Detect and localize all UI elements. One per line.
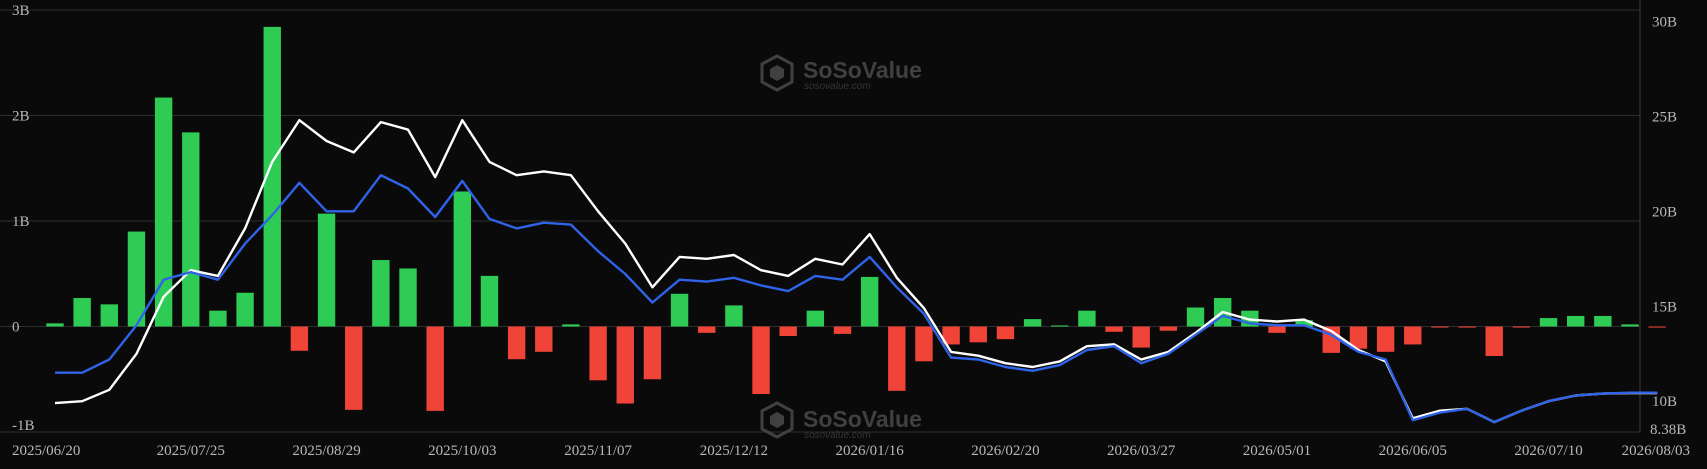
flow-bar [698,326,716,333]
flow-bar [806,310,825,327]
flow-bar [1567,315,1585,327]
flow-bar [1376,326,1395,352]
x-tick-label: 2026/02/20 [971,443,1039,459]
flow-bar [860,276,879,327]
flow-bar [670,293,689,327]
left-tick-label: 1B [12,214,30,230]
watermark-url: sosovalue.com [804,430,871,441]
flow-bar [1648,326,1666,328]
left-tick-label: -1B [12,418,35,434]
x-tick-label: 2025/06/20 [12,443,80,459]
left-tick-label: 3B [12,3,30,19]
watermark-name: SoSoValue [803,57,922,83]
flow-bar [1431,326,1449,328]
x-tick-label: 2026/07/10 [1514,443,1582,459]
flow-bar [1186,307,1205,327]
x-tick-label: 2025/07/25 [157,443,225,459]
flow-bar [779,326,797,336]
flow-bar [182,132,200,327]
flow-bar [480,275,499,327]
x-tick-label: 2026/05/01 [1243,443,1311,459]
watermark-top: SoSoValue sosovalue.com [760,54,922,92]
flow-bar [833,326,852,334]
flow-bar [236,292,254,327]
right-tick-label: 25B [1652,109,1677,125]
flow-bar [589,326,607,381]
flow-bar [73,298,91,327]
right-tick-label: 30B [1652,14,1677,30]
right-tick-label: 10B [1652,394,1677,410]
flow-bar [399,268,417,327]
flow-bar [372,260,390,327]
watermark-url: sosovalue.com [804,81,871,92]
flow-bar [507,326,526,360]
flow-bar [290,326,309,351]
right-tick-label: 20B [1652,204,1677,220]
flow-bar [562,324,580,327]
flow-bar [1458,326,1476,328]
value-lines [54,118,1658,424]
series-line-blue [55,173,1658,424]
watermark-name: SoSoValue [803,406,922,432]
flow-bar [915,326,933,362]
flow-bar [1051,325,1069,327]
x-tick-label: 2026/03/27 [1107,443,1176,459]
flow-bar [1404,326,1422,345]
left-axis: 3B 2B 1B 0 -1B [12,3,35,434]
flow-bar [317,213,336,327]
series-line-white [54,118,1658,424]
flow-bar [1159,326,1178,331]
flow-bar [725,305,743,327]
watermark-bottom: SoSoValue sosovalue.com [760,401,922,441]
x-tick-label: 2025/12/12 [700,443,768,459]
flow-bar [616,326,634,404]
flow-bar [996,326,1015,340]
flow-bar [752,326,770,395]
x-tick-label: 2025/10/03 [428,443,496,459]
flow-bar [1512,326,1531,328]
x-tick-label: 2025/08/29 [292,443,360,459]
flow-bar [209,310,227,327]
x-tick-label: 2025/11/07 [564,443,632,459]
etf-flow-chart: SoSoValue sosovalue.com SoSoValue sosova… [0,0,1690,459]
flow-bar [1268,326,1286,333]
x-tick-label: 2026/06/05 [1379,443,1447,459]
flow-bar [345,326,363,410]
flow-bar [969,326,987,343]
flow-bar [1539,318,1558,327]
flow-bar [453,191,472,327]
flow-bar [1594,315,1612,327]
left-tick-label: 0 [12,320,20,336]
x-tick-label: 2026/01/16 [835,443,904,459]
flow-bar [643,326,662,380]
flow-bar [1485,326,1503,357]
flow-bar [888,326,906,391]
flow-bar [426,326,444,411]
flow-bar [535,326,553,352]
left-tick-label: 2B [12,109,30,125]
flow-bar [46,323,64,327]
right-tick-label: 8.38B [1650,422,1686,438]
flow-bar [1023,319,1042,327]
flow-bar [127,231,146,327]
right-axis: 30B 25B 20B 15B 10B 8.38B [1650,14,1686,438]
flow-bar [100,304,118,327]
sosovalue-logo-icon [760,54,794,92]
flow-bar [1621,324,1639,327]
x-axis: 2025/06/20 2025/07/25 2025/08/29 2025/10/03… [12,443,1690,459]
flow-bar [1078,310,1096,327]
flow-bar [1105,326,1123,332]
right-tick-label: 15B [1652,299,1677,315]
x-tick-label: 2026/08/03 [1622,443,1690,459]
flow-bar [1132,326,1150,348]
